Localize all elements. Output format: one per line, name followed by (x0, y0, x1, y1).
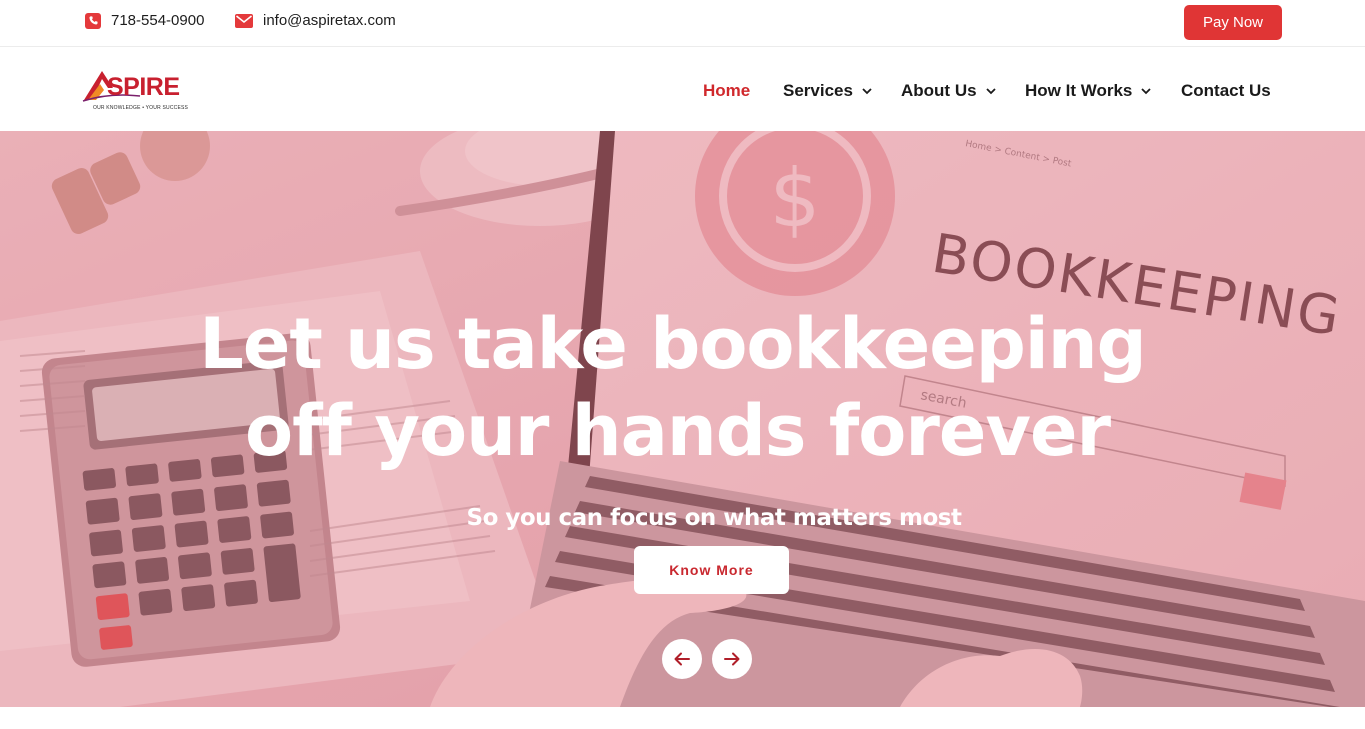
phone-icon (85, 12, 101, 29)
nav-contact-us-label: Contact Us (1181, 81, 1271, 100)
top-bar: 718-554-0900 info@aspiretax.com Pay Now (0, 0, 1365, 47)
email-address[interactable]: info@aspiretax.com (263, 12, 396, 29)
nav-services-label: Services (783, 81, 853, 100)
chevron-down-icon (1141, 87, 1152, 94)
nav-contact-us[interactable]: Contact Us (1181, 81, 1271, 101)
nav-about-us-label: About Us (901, 81, 977, 100)
chevron-down-icon (862, 87, 872, 94)
nav-about-us[interactable]: About Us (901, 81, 996, 101)
slider-next-button[interactable] (712, 639, 752, 679)
site-header: SPIRE OUR KNOWLEDGE • YOUR SUCCESS Home … (0, 48, 1365, 131)
hero-slider: $ BOOKKEEPING Home > Content > Post sear… (0, 131, 1365, 707)
aspire-logo[interactable]: SPIRE OUR KNOWLEDGE • YOUR SUCCESS (82, 68, 189, 114)
hero-headline-line2: off your hands forever (244, 390, 1111, 472)
hero-subheadline: So you can focus on what matters most (466, 505, 963, 531)
pay-now-button[interactable]: Pay Now (1184, 5, 1282, 40)
chevron-down-icon (985, 87, 996, 94)
nav-how-it-works-label: How It Works (1025, 81, 1133, 100)
email-contact[interactable]: info@aspiretax.com (235, 12, 396, 29)
nav-home[interactable]: Home (703, 81, 750, 101)
phone-number[interactable]: 718-554-0900 (111, 12, 204, 29)
arrow-left-icon (674, 652, 690, 666)
nav-services[interactable]: Services (783, 81, 872, 101)
logo-tagline: OUR KNOWLEDGE • YOUR SUCCESS (93, 105, 189, 111)
hero-headline-line1: Let us take bookkeeping (199, 303, 1147, 385)
slider-prev-button[interactable] (662, 639, 702, 679)
nav-how-it-works[interactable]: How It Works (1025, 81, 1152, 101)
logo-wordmark: SPIRE (107, 73, 180, 101)
nav-home-label: Home (703, 81, 751, 100)
mail-icon (235, 13, 253, 28)
phone-contact[interactable]: 718-554-0900 (85, 12, 204, 29)
know-more-button[interactable]: Know More (634, 546, 789, 594)
arrow-right-icon (724, 652, 740, 666)
